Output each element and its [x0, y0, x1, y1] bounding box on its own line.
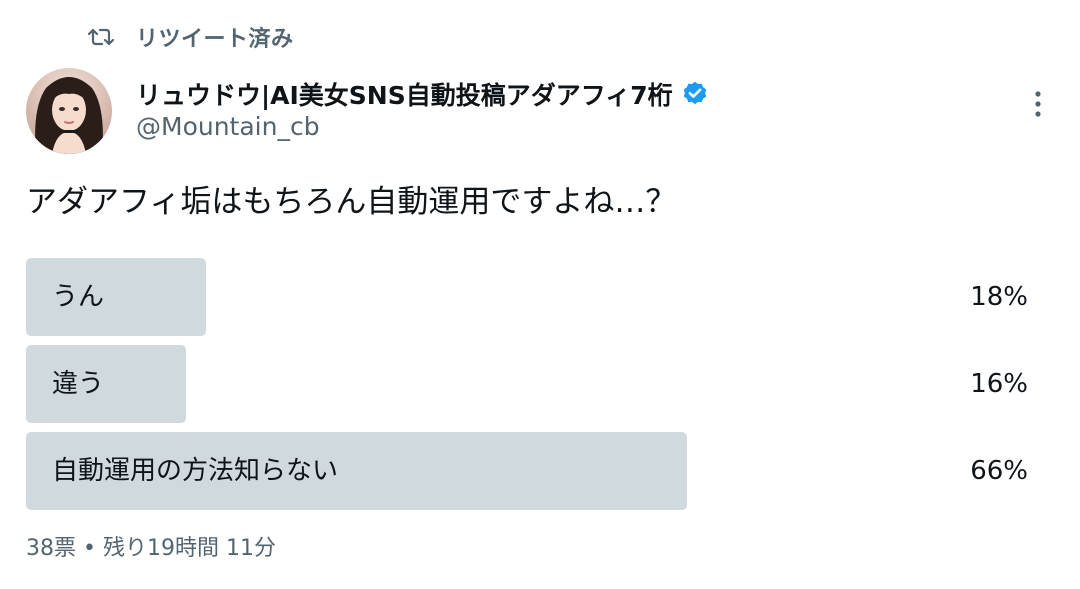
avatar[interactable] [26, 68, 112, 154]
author-name[interactable]: リュウドウ|AI美女SNS自動投稿アダアフィ7桁 [136, 76, 673, 112]
poll-option-label: 自動運用の方法知らない [52, 456, 339, 486]
poll-bar [26, 345, 186, 423]
poll-option-label: 違う [52, 369, 105, 399]
poll-option-percent: 18% [970, 282, 1028, 312]
poll-option: 違う 16% [26, 345, 1028, 423]
poll-meta: 38票 • 残り19時間 11分 [26, 536, 276, 561]
retweet-icon [88, 24, 114, 50]
poll-option-percent: 66% [970, 456, 1028, 486]
poll-option: うん 18% [26, 258, 1028, 336]
author-handle[interactable]: @Mountain_cb [136, 112, 320, 141]
poll-option-label: うん [52, 282, 105, 312]
retweet-indicator: リツイート済み [88, 22, 294, 52]
more-vertical-icon[interactable] [1024, 84, 1052, 124]
poll: うん 18% 違う 16% 自動運用の方法知らない 66% [26, 258, 1028, 519]
author-name-row[interactable]: リュウドウ|AI美女SNS自動投稿アダアフィ7桁 [136, 76, 709, 112]
verified-badge-icon [681, 80, 709, 108]
retweet-label: リツイート済み [136, 27, 294, 52]
tweet-text: アダアフィ垢はもちろん自動運用ですよね…？ [26, 184, 677, 220]
poll-option-percent: 16% [970, 369, 1028, 399]
poll-option: 自動運用の方法知らない 66% [26, 432, 1028, 510]
